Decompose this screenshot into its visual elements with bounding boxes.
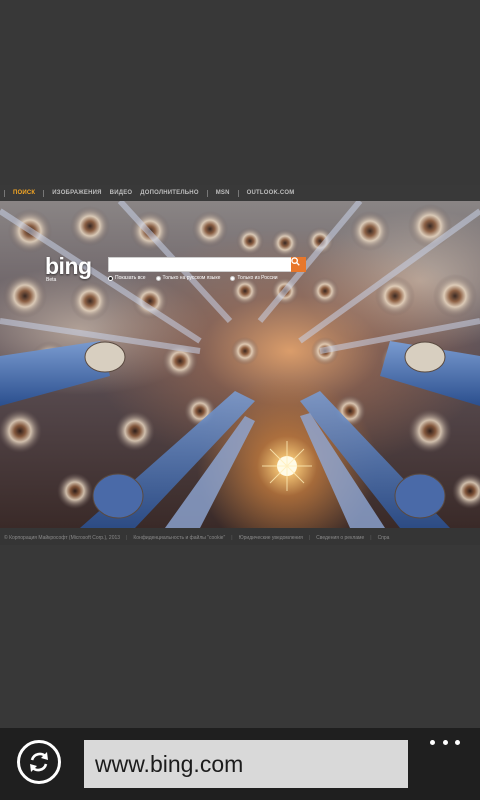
radio-russia-only[interactable]: Только из России [230,275,278,281]
hero-background-image: bing Beta Показать все Только на русском… [0,201,480,528]
web-page-preview: ПОИСК ИЗОБРАЖЕНИЯ ВИДЕО ДОПОЛНИТЕЛЬНО MS… [0,185,480,545]
footer-separator: | [370,535,372,541]
footer-copyright: © Корпорация Майкрософт (Microsoft Corp.… [4,535,121,541]
radio-label: Показать все [115,275,146,281]
nav-item-msn[interactable]: MSN [216,190,230,196]
nav-item-search[interactable]: ПОИСК [13,190,35,196]
footer-link-legal[interactable]: Юридические уведомления [239,535,303,541]
dot [442,739,448,745]
nav-separator [206,189,208,197]
dot [430,739,435,745]
bing-logo[interactable]: bing [45,253,92,280]
bing-footer: © Корпорация Майкрософт (Microsoft Corp.… [0,531,480,545]
bing-logo-sub: Beta [46,277,57,283]
address-bar[interactable]: www.bing.com [84,740,408,788]
radio-dot [108,275,113,281]
search-button[interactable] [291,257,306,272]
nav-item-images[interactable]: ИЗОБРАЖЕНИЯ [52,190,101,196]
footer-link-privacy[interactable]: Конфиденциальность и файлы "cookie" [133,535,225,541]
radio-russian-only[interactable]: Только на русском языке [155,275,221,281]
nav-item-more[interactable]: ДОПОЛНИТЕЛЬНО [140,190,198,196]
radio-show-all[interactable]: Показать все [108,275,146,281]
nav-separator [4,189,5,197]
radio-label: Только из России [237,275,278,281]
search-icon [291,257,300,266]
footer-link-ads[interactable]: Сведения о рекламе [316,535,364,541]
browser-app-bar: www.bing.com [0,728,480,800]
nav-item-outlook[interactable]: OUTLOOK.COM [247,190,295,196]
bing-top-nav: ПОИСК ИЗОБРАЖЕНИЯ ВИДЕО ДОПОЛНИТЕЛЬНО MS… [0,185,480,201]
footer-link-help[interactable]: Спра [378,535,390,541]
refresh-icon [30,752,48,772]
search-scope-radios: Показать все Только на русском языке Тол… [108,275,278,281]
radio-dot [230,275,236,281]
radio-label: Только на русском языке [162,275,221,281]
nav-item-video[interactable]: ВИДЕО [110,190,133,196]
cathedral-ceiling-art [0,201,480,528]
radio-dot [155,275,161,281]
more-dots-icon[interactable] [430,732,460,752]
footer-separator: | [308,535,311,541]
nav-separator [43,189,45,197]
dot [455,739,460,745]
bing-search-input[interactable] [108,257,293,272]
footer-separator: | [231,535,233,541]
nav-separator [237,189,239,197]
refresh-button[interactable] [17,740,61,784]
footer-separator: | [126,535,128,541]
